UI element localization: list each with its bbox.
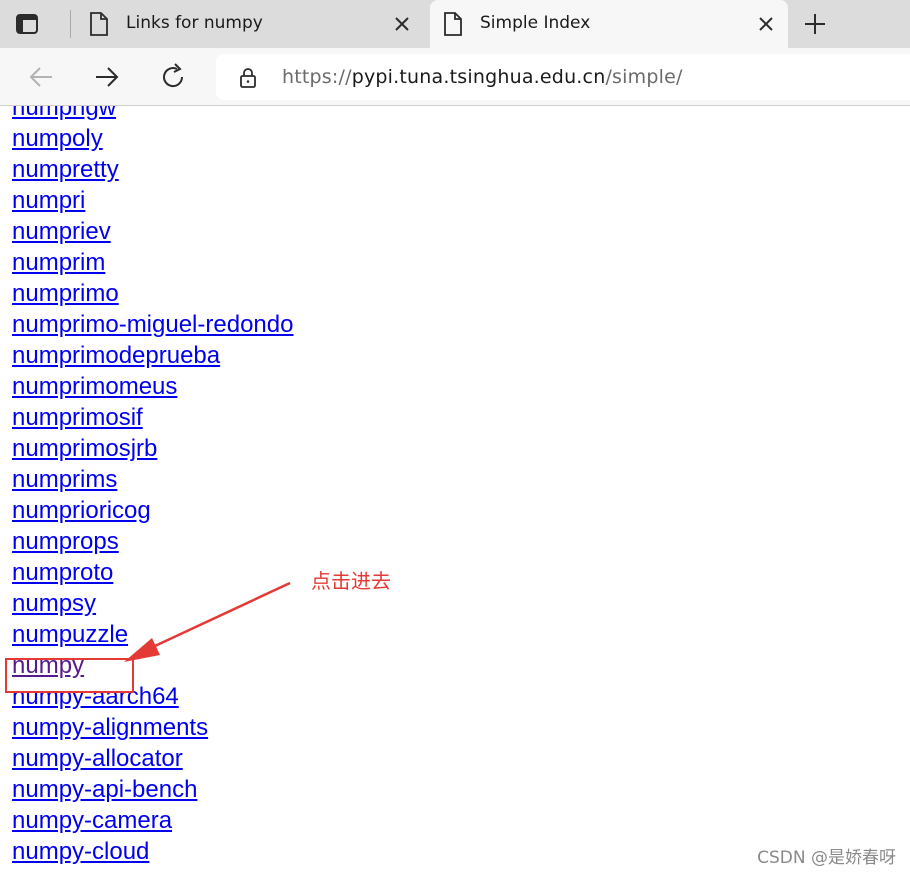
- package-link[interactable]: numprimomeus: [12, 371, 293, 402]
- package-link[interactable]: numprimosif: [12, 402, 293, 433]
- page-icon: [442, 11, 464, 37]
- package-link[interactable]: numpy-camera: [12, 805, 293, 836]
- package-link[interactable]: numprimo: [12, 278, 293, 309]
- package-link[interactable]: numpy-api-bench: [12, 774, 293, 805]
- highlight-box: [5, 658, 134, 693]
- new-tab-icon[interactable]: [800, 11, 830, 37]
- page-content: numpngw numpoly numpretty numpri numpriev num…: [0, 106, 910, 876]
- annotation-note: 点击进去: [311, 569, 391, 593]
- package-link[interactable]: numpngw: [12, 106, 293, 123]
- package-link[interactable]: numprimosjrb: [12, 433, 293, 464]
- package-link[interactable]: numpsy: [12, 588, 293, 619]
- package-link[interactable]: numprioricog: [12, 495, 293, 526]
- package-link[interactable]: numpy-alignments: [12, 712, 293, 743]
- close-tab-icon[interactable]: [756, 14, 776, 34]
- url-scheme: https://: [282, 66, 352, 88]
- tab-title: Simple Index: [480, 13, 591, 33]
- package-link[interactable]: numpoly: [12, 123, 293, 154]
- reload-icon[interactable]: [158, 62, 188, 92]
- forward-icon[interactable]: [92, 62, 122, 92]
- url-host: pypi.tuna.tsinghua.edu.cn: [351, 66, 606, 88]
- tab-separator: [70, 10, 71, 38]
- tab-links-for-numpy[interactable]: Links for numpy: [76, 0, 424, 48]
- lock-icon[interactable]: [238, 67, 258, 89]
- package-link-list: numpngw numpoly numpretty numpri numpriev num…: [12, 106, 293, 867]
- package-link[interactable]: numpuzzle: [12, 619, 293, 650]
- package-link[interactable]: numprimo-miguel-redondo: [12, 309, 293, 340]
- package-link[interactable]: numprops: [12, 526, 293, 557]
- watermark: CSDN @是娇春呀: [757, 848, 896, 868]
- package-link[interactable]: numpri: [12, 185, 293, 216]
- address-bar[interactable]: https://pypi.tuna.tsinghua.edu.cn/simple…: [216, 54, 910, 100]
- tab-simple-index[interactable]: Simple Index: [430, 0, 788, 48]
- tab-title: Links for numpy: [126, 13, 263, 33]
- package-link[interactable]: numprims: [12, 464, 293, 495]
- url-path: /simple/: [605, 66, 683, 88]
- package-link[interactable]: numpriev: [12, 216, 293, 247]
- close-tab-icon[interactable]: [392, 14, 412, 34]
- back-icon[interactable]: [26, 62, 56, 92]
- package-link[interactable]: numpy-allocator: [12, 743, 293, 774]
- tab-strip: Links for numpy Simple Index: [0, 0, 910, 48]
- url-text: https://pypi.tuna.tsinghua.edu.cn/simple…: [282, 66, 683, 88]
- package-link[interactable]: numprim: [12, 247, 293, 278]
- navigation-bar: https://pypi.tuna.tsinghua.edu.cn/simple…: [0, 48, 910, 106]
- package-link[interactable]: numpy-cloud: [12, 836, 293, 867]
- page-icon: [88, 11, 110, 37]
- package-link[interactable]: numprimodeprueba: [12, 340, 293, 371]
- tab-actions-icon[interactable]: [14, 11, 40, 37]
- package-link[interactable]: numpretty: [12, 154, 293, 185]
- package-link[interactable]: numproto: [12, 557, 293, 588]
